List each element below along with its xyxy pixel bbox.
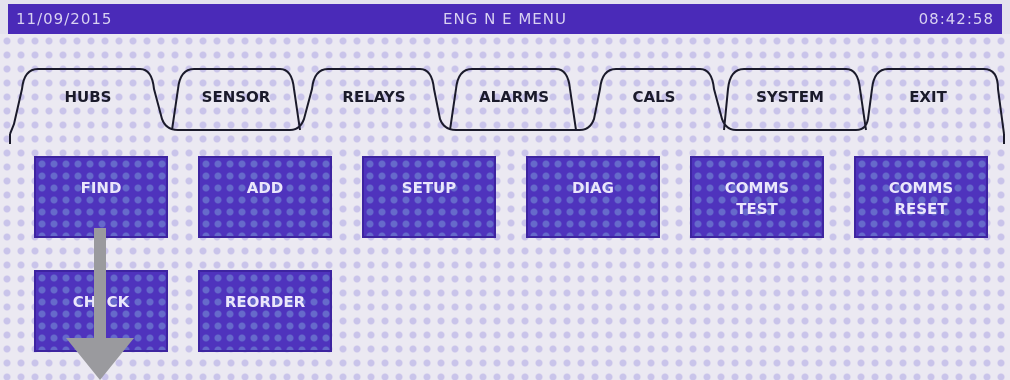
setup-button[interactable]: SETUP (362, 156, 496, 238)
find-label: FIND (80, 179, 122, 197)
tab-alarms[interactable]: ALARMS (456, 66, 572, 128)
tab-exit[interactable]: EXIT (870, 66, 986, 128)
setup-label: SETUP (401, 179, 457, 197)
comms-test-button[interactable]: COMMS TEST (690, 156, 824, 238)
tab-hubs[interactable]: HUBS (30, 66, 146, 128)
diag-label: DIAG (572, 179, 614, 197)
time-display: 08:42:58 (918, 10, 994, 28)
diag-button[interactable]: DIAG (526, 156, 660, 238)
comms-test-label-line1: COMMS (724, 179, 790, 197)
add-button[interactable]: ADD (198, 156, 332, 238)
comms-test-label-line2: TEST (736, 200, 778, 218)
menu-title: ENG N E MENU (443, 10, 567, 28)
comms-reset-label-line2: RESET (894, 200, 948, 218)
tab-relays[interactable]: RELAYS (316, 66, 432, 128)
tab-cals[interactable]: CALS (596, 66, 712, 128)
title-bar: 11/09/2015 ENG N E MENU 08:42:58 (8, 4, 1002, 34)
reorder-label: REORDER (224, 293, 306, 311)
find-button[interactable]: FIND (34, 156, 168, 238)
tab-sensor[interactable]: SENSOR (178, 66, 294, 128)
tab-system[interactable]: SYSTEM (732, 66, 848, 128)
comms-reset-label-line1: COMMS (888, 179, 954, 197)
add-label: ADD (246, 179, 284, 197)
reorder-button[interactable]: REORDER (198, 270, 332, 352)
down-arrow-icon (66, 228, 134, 380)
comms-reset-button[interactable]: COMMS RESET (854, 156, 988, 238)
